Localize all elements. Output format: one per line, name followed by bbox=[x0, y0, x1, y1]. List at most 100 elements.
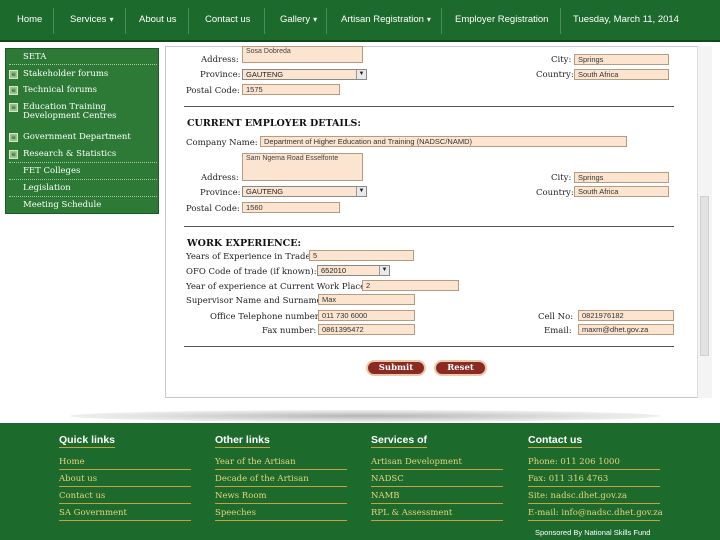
home-city-field[interactable]: Springs bbox=[574, 54, 669, 65]
fax-number-label: Fax number: bbox=[262, 326, 317, 336]
years-experience-label: Years of Experience in Trade: bbox=[186, 252, 314, 262]
postal-code-label: Postal Code: bbox=[186, 204, 240, 214]
footer-link-decade-artisan[interactable]: Decade of the Artisan bbox=[215, 474, 309, 484]
home-province-select[interactable]: GAUTENG ▼ bbox=[242, 69, 367, 80]
nav-contact[interactable]: Contact us bbox=[205, 14, 250, 25]
nav-gallery[interactable]: Gallery ▾ bbox=[280, 14, 317, 25]
employer-country-field[interactable]: South Africa bbox=[574, 186, 669, 197]
ofo-code-select[interactable]: 652010 ▼ bbox=[317, 265, 390, 276]
sidebar-item-label[interactable]: Meeting Schedule bbox=[23, 201, 157, 210]
supervisor-field[interactable]: Max bbox=[318, 294, 415, 305]
home-address-field[interactable]: Sosa Dobreda bbox=[242, 46, 363, 63]
cell-number-label: Cell No: bbox=[538, 312, 574, 322]
footer-link-home[interactable]: Home bbox=[59, 457, 85, 467]
nav-services-label[interactable]: Services bbox=[70, 14, 106, 25]
footer-contact-site[interactable]: Site: nadsc.dhet.gov.za bbox=[528, 491, 627, 501]
sidebar-item-label[interactable]: Legislation bbox=[23, 184, 157, 193]
footer-quick-links-title-text: Quick links bbox=[59, 434, 116, 446]
sidebar-item-label[interactable]: Government Department bbox=[23, 133, 157, 142]
years-experience-field[interactable]: 5 bbox=[309, 250, 414, 261]
document-icon: ≡ bbox=[9, 133, 18, 142]
home-country-field[interactable]: South Africa bbox=[574, 69, 669, 80]
address-label: Address: bbox=[201, 55, 239, 65]
nav-artisan-registration-label[interactable]: Artisan Registration bbox=[341, 14, 424, 25]
document-icon: ≡ bbox=[9, 86, 18, 95]
home-province-value[interactable]: GAUTENG bbox=[246, 70, 283, 79]
document-icon: ≡ bbox=[9, 103, 18, 112]
footer-link-speeches[interactable]: Speeches bbox=[215, 508, 256, 518]
footer-link-divider bbox=[528, 469, 660, 470]
section-divider bbox=[184, 106, 674, 107]
country-label: Country: bbox=[536, 188, 574, 198]
fax-number-field[interactable]: 0861395472 bbox=[318, 324, 415, 335]
footer-title-underline bbox=[59, 447, 116, 448]
sidebar-item-label[interactable]: SETA bbox=[23, 53, 157, 62]
footer-link-sa-government[interactable]: SA Government bbox=[59, 508, 127, 518]
sidebar-item-label[interactable]: Stakeholder forums bbox=[23, 70, 157, 79]
cell-number-field[interactable]: 0821976182 bbox=[578, 310, 674, 321]
footer-title-underline bbox=[528, 447, 583, 448]
employer-province-select[interactable]: GAUTENG ▼ bbox=[242, 186, 367, 197]
employer-address-field[interactable]: Sam Ngema Road Esselfonte bbox=[242, 153, 363, 181]
chevron-down-icon: ▼ bbox=[356, 187, 366, 196]
footer-link-divider bbox=[371, 503, 503, 504]
nav-home[interactable]: Home bbox=[17, 14, 42, 25]
footer-link-divider bbox=[371, 486, 503, 487]
footer-link-divider bbox=[215, 469, 347, 470]
footer-link-namb[interactable]: NAMB bbox=[371, 491, 400, 501]
province-label: Province: bbox=[200, 188, 241, 198]
footer-contact-title: Contact us bbox=[528, 434, 583, 448]
submit-button[interactable]: Submit bbox=[366, 360, 426, 376]
employer-province-value[interactable]: GAUTENG bbox=[246, 187, 283, 196]
footer-link-nadsc[interactable]: NADSC bbox=[371, 474, 404, 484]
section-divider bbox=[184, 346, 674, 347]
footer-title-underline bbox=[215, 447, 270, 448]
footer-link-rpl-assessment[interactable]: RPL & Assessment bbox=[371, 508, 452, 518]
footer-link-about[interactable]: About us bbox=[59, 474, 97, 484]
email-label: Email: bbox=[544, 326, 572, 336]
supervisor-label: Supervisor Name and Surname: bbox=[186, 296, 325, 306]
scrollbar-thumb[interactable] bbox=[700, 196, 709, 356]
nav-artisan-registration[interactable]: Artisan Registration ▾ bbox=[341, 14, 431, 25]
sidebar-item-label[interactable]: Research & Statistics bbox=[23, 150, 157, 159]
nav-employer-registration[interactable]: Employer Registration bbox=[455, 14, 548, 25]
footer-contact-email[interactable]: E-mail: info@nadsc.dhet.gov.za bbox=[528, 508, 663, 518]
nav-about[interactable]: About us bbox=[139, 14, 177, 25]
employer-city-field[interactable]: Springs bbox=[574, 172, 669, 183]
nav-services[interactable]: Services ▾ bbox=[70, 14, 113, 25]
footer-link-divider bbox=[59, 503, 191, 504]
chevron-down-icon: ▼ bbox=[356, 70, 366, 79]
employer-section-title: CURRENT EMPLOYER DETAILS: bbox=[187, 118, 361, 129]
footer-link-divider bbox=[528, 486, 660, 487]
country-label: Country: bbox=[536, 70, 574, 80]
nav-gallery-label[interactable]: Gallery bbox=[280, 14, 310, 25]
nav-divider bbox=[125, 8, 126, 34]
office-telephone-label: Office Telephone number: bbox=[210, 312, 322, 322]
address-label: Address: bbox=[201, 173, 239, 183]
footer-link-news-room[interactable]: News Room bbox=[215, 491, 267, 501]
footer-title-underline bbox=[371, 447, 428, 448]
email-field[interactable]: maxm@dhet.gov.za bbox=[578, 324, 674, 335]
document-icon: ≡ bbox=[9, 150, 18, 159]
current-workplace-years-field[interactable]: 2 bbox=[362, 280, 459, 291]
sponsor-text: Sponsored By National Skills Fund bbox=[535, 528, 651, 537]
reset-button[interactable]: Reset bbox=[434, 360, 487, 376]
footer-link-divider bbox=[371, 469, 503, 470]
ofo-code-value[interactable]: 652010 bbox=[321, 266, 346, 275]
office-telephone-field[interactable]: 011 730 6000 bbox=[318, 310, 415, 321]
sidebar-item-label[interactable]: Education Training Development Centres bbox=[23, 103, 157, 121]
footer-link-divider bbox=[528, 520, 660, 521]
nav-divider bbox=[560, 8, 561, 34]
home-postal-code-field[interactable]: 1575 bbox=[242, 84, 340, 95]
sidebar: SETA ≡ Stakeholder forums ≡ Technical foru… bbox=[5, 48, 159, 214]
document-icon: ≡ bbox=[9, 70, 18, 79]
footer-link-year-artisan[interactable]: Year of the Artisan bbox=[215, 457, 296, 467]
ofo-code-label: OFO Code of trade (if known): bbox=[186, 267, 317, 277]
company-name-field[interactable]: Department of Higher Education and Train… bbox=[260, 136, 627, 147]
employer-postal-code-field[interactable]: 1560 bbox=[242, 202, 340, 213]
footer-link-contact[interactable]: Contact us bbox=[59, 491, 105, 501]
sidebar-item-label[interactable]: Technical forums bbox=[23, 86, 157, 95]
city-label: City: bbox=[551, 173, 572, 183]
sidebar-item-label[interactable]: FET Colleges bbox=[23, 167, 157, 176]
footer-link-artisan-development[interactable]: Artisan Development bbox=[371, 457, 462, 467]
